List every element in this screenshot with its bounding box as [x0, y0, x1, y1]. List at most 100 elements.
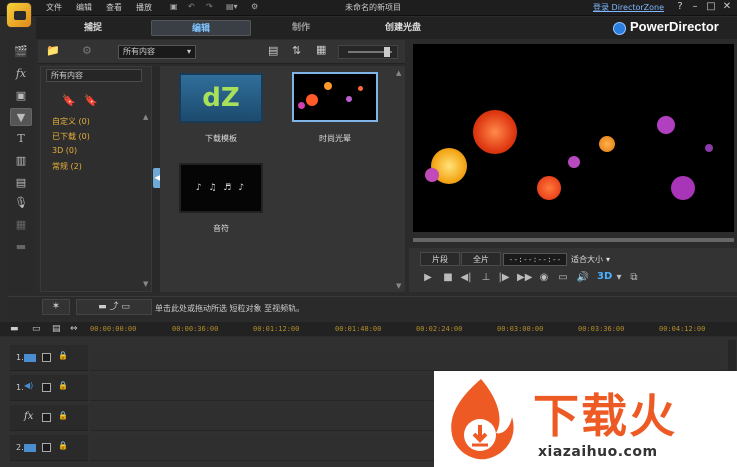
help-button[interactable]: ? [673, 1, 687, 12]
remove-tag-icon[interactable]: 🔖 [84, 94, 98, 107]
tab-capture[interactable]: 捕捉 [60, 20, 126, 36]
ruler-tick: 00:04:12:00 [659, 325, 706, 333]
import-icon[interactable]: 📁 [46, 44, 60, 57]
settings-gear-icon[interactable]: ⚙ [251, 2, 258, 11]
preview-window[interactable] [413, 44, 734, 232]
thumb-label-download: 下载模板 [205, 134, 237, 143]
category-3d[interactable]: 3D (0) [52, 146, 77, 155]
tab-produce[interactable]: 制作 [268, 20, 334, 36]
track-enable-checkbox[interactable] [42, 353, 51, 362]
timeline-view-icon[interactable]: ▬ [10, 324, 19, 334]
track-enable-checkbox[interactable] [42, 383, 51, 392]
media-room-icon[interactable]: 🎬 [10, 43, 32, 61]
glow-orb [537, 176, 561, 200]
track-enable-checkbox[interactable] [42, 413, 51, 422]
hint-text: 单击此处或拖动所选 短粒对象 至视频轨。 [155, 304, 305, 313]
layout-icon[interactable]: ▤▾ [226, 2, 238, 11]
subtitle-room-icon[interactable]: ▬ [10, 238, 32, 256]
category-downloaded[interactable]: 已下载 (0) [52, 131, 90, 142]
login-link[interactable]: 登录 DirectorZone [593, 2, 664, 13]
thumb-fashion-glow[interactable] [292, 72, 378, 122]
next-frame-icon[interactable]: |▶ [497, 272, 511, 283]
category-general[interactable]: 常规 (2) [52, 161, 82, 172]
pip-room-icon[interactable]: ▣ [10, 87, 32, 105]
voiceover-icon[interactable]: 🎙 [10, 194, 32, 212]
movie-mode-button[interactable]: 全片 [461, 252, 501, 266]
fit-value: 适合大小 [571, 255, 603, 264]
chevron-down-icon[interactable]: ▾ [612, 272, 626, 283]
chapter-room-icon[interactable]: ▦ [10, 216, 32, 234]
ruler-tick: 00:00:00:00 [90, 325, 137, 333]
document-icon[interactable]: ▤ [268, 44, 278, 57]
audio-mixing-icon[interactable]: ▤ [10, 174, 32, 192]
split-icon[interactable]: ⊥ [479, 272, 493, 283]
glow-orb [346, 96, 352, 102]
tab-edit[interactable]: 编辑 [151, 20, 251, 36]
track-enable-checkbox[interactable] [42, 443, 51, 452]
fit-timeline-icon[interactable]: ⇔ [70, 324, 78, 334]
category-header: 所有内容 [46, 69, 142, 82]
grid-view-icon[interactable]: ▦ [316, 43, 326, 56]
category-scrollbar[interactable]: ▲ ▼ [143, 112, 151, 288]
thumb-music-notes[interactable]: ♪ ♫ ♬ ♪ [179, 163, 263, 213]
track-header-video-1: 1. 🔒 [10, 345, 88, 371]
lock-icon[interactable]: 🔒 [58, 381, 68, 390]
minimize-button[interactable]: – [688, 1, 702, 12]
media-scrollbar[interactable]: ▲ ▼ [396, 68, 404, 290]
editing-tools-icon[interactable]: ▬ ⤴ ▭ [76, 299, 152, 315]
track-manager-icon[interactable]: ▤ [52, 324, 61, 334]
brand-arrow-icon [613, 22, 626, 35]
close-button[interactable]: ✕ [720, 1, 734, 12]
maximize-button[interactable]: □ [704, 1, 718, 12]
track-header-audio-1: 1. ◀) 🔒 [10, 375, 88, 401]
volume-icon[interactable]: 🔊 [576, 272, 590, 283]
fast-forward-icon[interactable]: ▶▶ [517, 272, 532, 283]
particle-room-icon[interactable]: ▼ [10, 108, 32, 126]
sort-icon[interactable]: ⇅ [292, 44, 301, 57]
fit-dropdown[interactable]: 适合大小 ▾ [571, 253, 623, 266]
category-custom[interactable]: 自定义 (0) [52, 116, 90, 127]
chevron-down-icon: ▾ [186, 47, 191, 56]
glow-orb [298, 102, 305, 109]
track-lane-video-1[interactable] [90, 345, 727, 371]
track-header-video-2: 2. 🔒 [10, 435, 88, 461]
window-title: 未命名的新项目 [345, 3, 401, 12]
lock-icon[interactable]: 🔒 [58, 411, 68, 420]
preview-seek-bar[interactable] [413, 238, 734, 242]
menu-view[interactable]: 查看 [106, 2, 122, 13]
glow-orb [599, 136, 615, 152]
menu-edit[interactable]: 编辑 [76, 2, 92, 13]
library-filter-dropdown[interactable]: 所有内容 ▾ [118, 45, 196, 59]
title-room-icon[interactable]: T [10, 130, 32, 148]
magic-tools-icon[interactable]: ✶ [42, 299, 70, 315]
glow-orb [705, 144, 713, 152]
lock-icon[interactable]: 🔒 [58, 441, 68, 450]
ruler-tick: 00:03:36:00 [578, 325, 625, 333]
add-tag-icon[interactable]: 🔖 [62, 94, 76, 107]
previous-frame-icon[interactable]: ◀| [459, 272, 473, 283]
3d-mode-button[interactable]: 3D [597, 271, 612, 282]
undock-icon[interactable]: ⧉ [627, 272, 641, 283]
tab-create-disc[interactable]: 创建光盘 [370, 20, 436, 36]
save-icon[interactable]: ▣ [170, 2, 178, 11]
glow-orb [306, 94, 318, 106]
storyboard-view-icon[interactable]: ▭ [32, 324, 41, 334]
lock-icon[interactable]: 🔒 [58, 351, 68, 360]
stop-icon[interactable]: ■ [441, 272, 455, 283]
clip-mode-button[interactable]: 片段 [420, 252, 460, 266]
redo-icon[interactable]: ↷ [206, 2, 213, 11]
menu-file[interactable]: 文件 [46, 2, 62, 13]
plugin-icon[interactable]: ⚙ [82, 44, 92, 57]
snapshot-icon[interactable]: ◉ [537, 272, 551, 283]
slider-handle[interactable] [384, 47, 390, 57]
display-icon[interactable]: ▭ [556, 272, 570, 283]
thumb-download-templates[interactable]: dZ [179, 73, 263, 123]
menu-play[interactable]: 播放 [136, 2, 152, 13]
play-icon[interactable]: ▶ [421, 272, 435, 283]
app-logo-icon [6, 2, 32, 28]
track-number: 1. [16, 353, 24, 362]
undo-icon[interactable]: ↶ [188, 2, 195, 11]
glow-orb [324, 82, 332, 90]
fx-room-icon[interactable]: fx [10, 65, 32, 83]
transition-room-icon[interactable]: ▥ [10, 152, 32, 170]
